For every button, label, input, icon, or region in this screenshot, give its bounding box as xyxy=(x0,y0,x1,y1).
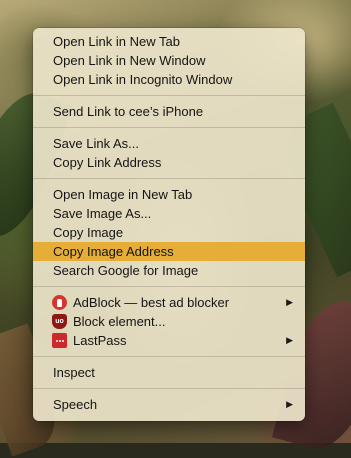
menu-item-copy-image[interactable]: Copy Image xyxy=(33,223,305,242)
menu-item-copy-link-address[interactable]: Copy Link Address xyxy=(33,153,305,172)
menu-item-lastpass[interactable]: LastPass ▶ xyxy=(33,331,305,350)
menu-separator xyxy=(33,286,305,287)
menu-item-open-image-new-tab[interactable]: Open Image in New Tab xyxy=(33,185,305,204)
submenu-arrow-icon: ▶ xyxy=(286,297,293,307)
menu-separator xyxy=(33,127,305,128)
menu-item-open-link-new-window[interactable]: Open Link in New Window xyxy=(33,51,305,70)
lastpass-icon xyxy=(52,333,67,348)
menu-separator xyxy=(33,95,305,96)
submenu-arrow-icon: ▶ xyxy=(286,399,293,409)
menu-item-save-link-as[interactable]: Save Link As... xyxy=(33,134,305,153)
adblock-icon xyxy=(52,295,67,310)
submenu-arrow-icon: ▶ xyxy=(286,335,293,345)
menu-item-inspect[interactable]: Inspect xyxy=(33,363,305,382)
menu-separator xyxy=(33,356,305,357)
ublock-icon: uo xyxy=(52,314,67,329)
context-menu: Open Link in New Tab Open Link in New Wi… xyxy=(33,28,305,421)
menu-item-open-link-incognito[interactable]: Open Link in Incognito Window xyxy=(33,70,305,89)
menu-item-label: Block element... xyxy=(73,314,166,329)
menu-item-label: AdBlock — best ad blocker xyxy=(73,295,230,310)
menu-item-adblock[interactable]: AdBlock — best ad blocker ▶ xyxy=(33,293,305,312)
menu-separator xyxy=(33,178,305,179)
menu-item-open-link-new-tab[interactable]: Open Link in New Tab xyxy=(33,32,305,51)
menu-item-label: Speech xyxy=(53,397,98,412)
menu-separator xyxy=(33,388,305,389)
menu-item-save-image-as[interactable]: Save Image As... xyxy=(33,204,305,223)
menu-item-send-link-to-iphone[interactable]: Send Link to cee’s iPhone xyxy=(33,102,305,121)
menu-item-label: LastPass xyxy=(73,333,127,348)
menu-item-speech[interactable]: Speech ▶ xyxy=(33,395,305,414)
menu-item-copy-image-address[interactable]: Copy Image Address xyxy=(33,242,305,261)
menu-item-search-google-for-image[interactable]: Search Google for Image xyxy=(33,261,305,280)
menu-item-block-element[interactable]: uo Block element... xyxy=(33,312,305,331)
